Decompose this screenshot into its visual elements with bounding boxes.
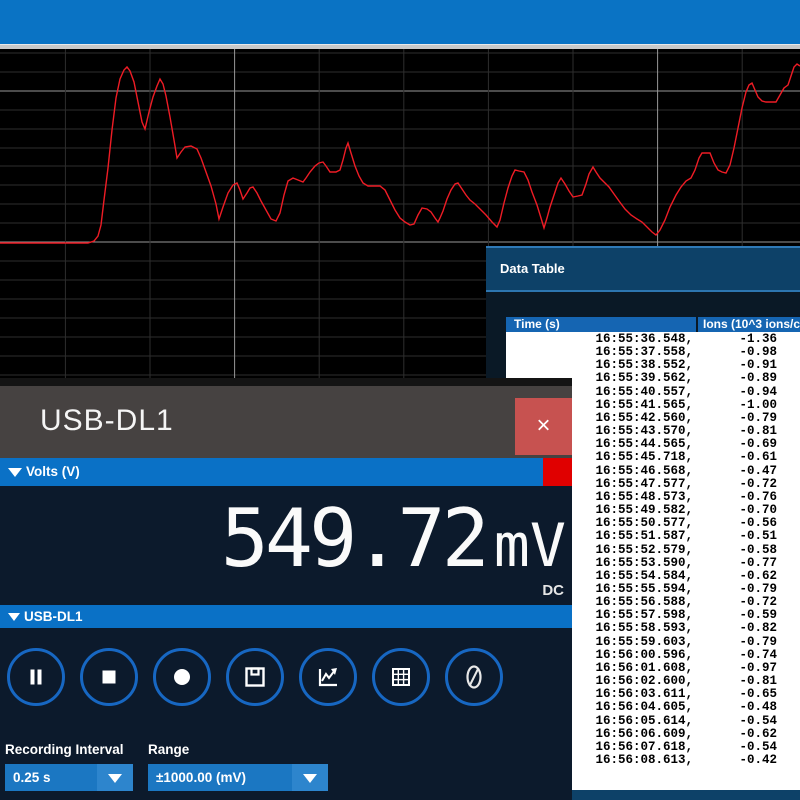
cell-ions: -0.61 xyxy=(693,451,777,464)
data-table-title: Data Table xyxy=(500,261,565,276)
dropdown-arrow[interactable] xyxy=(97,764,133,791)
range-label: Range xyxy=(148,742,189,757)
table-button[interactable] xyxy=(372,648,430,706)
pause-button[interactable] xyxy=(7,648,65,706)
table-header-row: Time (s) Ions (10^3 ions/cm xyxy=(506,317,800,332)
cell-ions: -1.00 xyxy=(693,399,777,412)
sensor-label: Volts (V) xyxy=(26,458,80,486)
stop-button[interactable] xyxy=(80,648,138,706)
sensor-status-red-segment xyxy=(543,458,572,486)
line-graph-icon xyxy=(315,664,341,690)
reading-mode-badge: DC xyxy=(542,582,564,599)
close-icon: × xyxy=(536,412,550,439)
recording-interval-select[interactable]: 0.25 s xyxy=(5,764,133,791)
window-top-shadow xyxy=(0,378,572,386)
column-header-time[interactable]: Time (s) xyxy=(506,317,696,332)
cell-ions: -0.47 xyxy=(693,465,777,478)
cell-ions: -0.74 xyxy=(693,649,777,662)
device-section-bar[interactable]: USB-DL1 xyxy=(0,605,572,628)
cell-ions: -0.79 xyxy=(693,636,777,649)
usb-dl1-window: USB-DL1 × Volts (V) 549.72mV DC USB-DL1 xyxy=(0,378,572,800)
cell-ions: -0.62 xyxy=(693,728,777,741)
cell-ions: -0.72 xyxy=(693,478,777,491)
cell-ions: -0.94 xyxy=(693,386,777,399)
sensor-section-bar[interactable]: Volts (V) xyxy=(0,458,572,486)
zero-button[interactable] xyxy=(445,648,503,706)
top-banner xyxy=(0,0,800,45)
recording-interval-value: 0.25 s xyxy=(5,764,97,791)
close-button[interactable]: × xyxy=(515,398,572,455)
pause-icon xyxy=(23,664,49,690)
recording-interval-label: Recording Interval xyxy=(5,742,124,757)
reading-display: 549.72mV DC xyxy=(0,486,572,605)
record-button[interactable] xyxy=(153,648,211,706)
column-header-ions[interactable]: Ions (10^3 ions/cm xyxy=(698,317,800,332)
cell-ions: -0.62 xyxy=(693,570,777,583)
device-label: USB-DL1 xyxy=(24,605,83,628)
collapse-triangle-icon xyxy=(8,468,22,477)
save-button[interactable] xyxy=(226,648,284,706)
titlebar-divider xyxy=(486,290,800,292)
dropdown-arrow[interactable] xyxy=(292,764,328,791)
cell-ions: -0.82 xyxy=(693,622,777,635)
reading-value: 549.72 xyxy=(221,492,486,585)
voltage-reading: 549.72mV xyxy=(221,499,566,581)
chevron-down-icon xyxy=(108,774,122,783)
cell-ions: -0.89 xyxy=(693,372,777,385)
usb-dl1-titlebar[interactable]: USB-DL1 × xyxy=(0,386,572,458)
cell-ions: -0.51 xyxy=(693,530,777,543)
reading-unit: mV xyxy=(494,511,566,581)
table-grid-icon xyxy=(388,664,414,690)
cell-ions: -0.58 xyxy=(693,544,777,557)
stop-icon xyxy=(96,664,122,690)
cell-ions: -0.42 xyxy=(693,754,777,767)
collapse-triangle-icon xyxy=(8,613,20,621)
cell-ions: -0.48 xyxy=(693,701,777,714)
range-select[interactable]: ±1000.00 (mV) xyxy=(148,764,328,791)
zero-icon xyxy=(461,664,487,690)
cell-ions: -0.54 xyxy=(693,715,777,728)
graph-button[interactable] xyxy=(299,648,357,706)
save-icon xyxy=(242,664,268,690)
cell-ions: -0.77 xyxy=(693,557,777,570)
window-title: USB-DL1 xyxy=(40,404,174,438)
record-icon xyxy=(169,664,195,690)
data-table-titlebar[interactable]: Data Table xyxy=(486,246,800,290)
chevron-down-icon xyxy=(303,774,317,783)
range-value: ±1000.00 (mV) xyxy=(148,764,292,791)
